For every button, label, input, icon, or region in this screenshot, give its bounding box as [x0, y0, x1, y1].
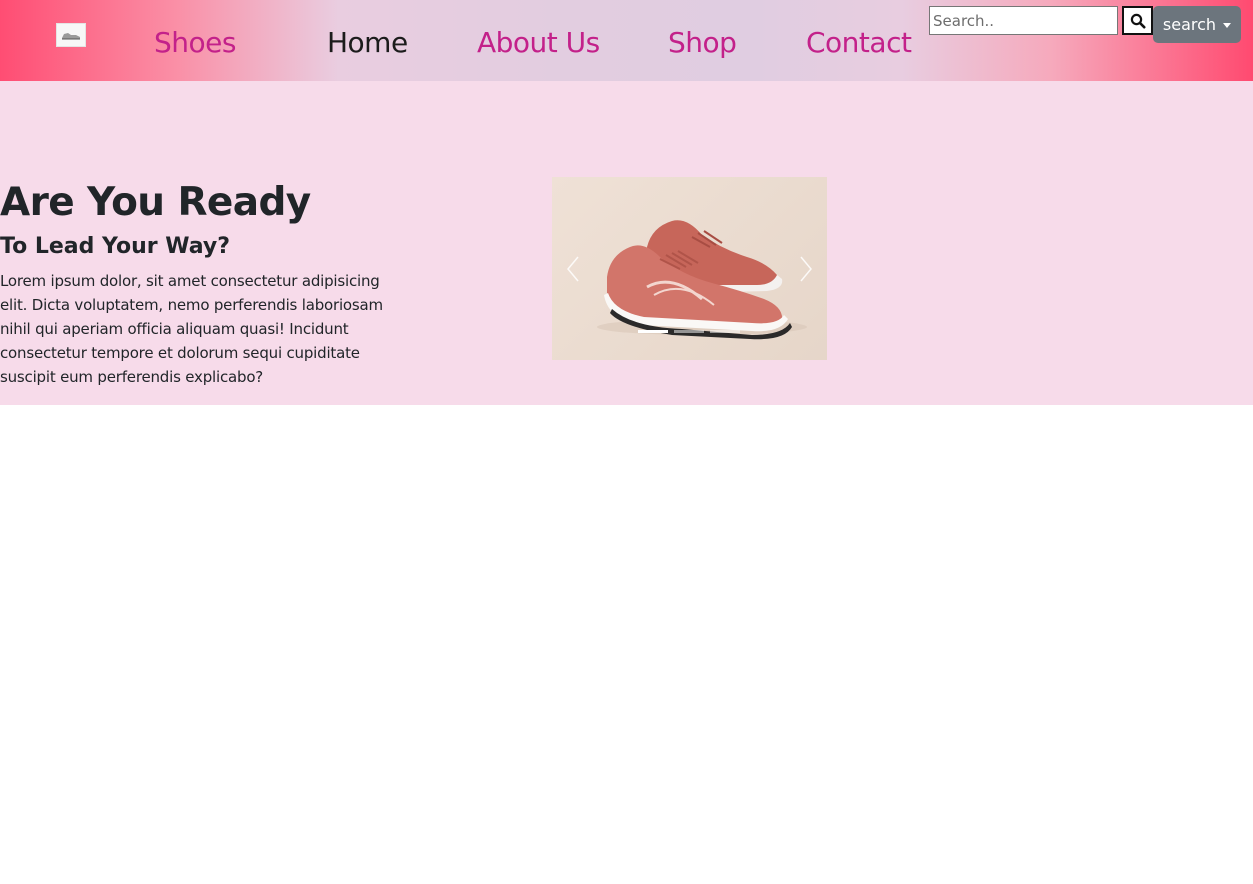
search-dropdown-button[interactable]: search [1153, 6, 1241, 43]
chevron-right-icon [800, 256, 812, 282]
carousel-indicator-2[interactable] [674, 330, 704, 333]
carousel-next-button[interactable] [793, 253, 819, 285]
carousel-indicator-3[interactable] [710, 330, 740, 333]
shoe-logo-icon [62, 33, 80, 40]
nav-link-contact[interactable]: Contact [806, 24, 912, 62]
search-icon [1130, 13, 1145, 28]
hero-title: Are You Ready [0, 180, 311, 225]
hero-subtitle: To Lead Your Way? [0, 234, 231, 259]
product-carousel [552, 177, 827, 360]
hero-section: Are You Ready To Lead Your Way? Lorem ip… [0, 81, 1253, 405]
carousel-indicators [638, 330, 740, 333]
chevron-left-icon [567, 256, 579, 282]
nav-link-shop[interactable]: Shop [668, 24, 737, 62]
brand-logo[interactable] [56, 23, 86, 47]
caret-down-icon [1223, 22, 1232, 28]
search-dropdown-label: search [1162, 15, 1217, 34]
search-input[interactable] [929, 6, 1118, 35]
carousel-indicator-1[interactable] [638, 330, 668, 333]
carousel-prev-button[interactable] [560, 253, 586, 285]
search-submit-button[interactable] [1122, 6, 1153, 35]
nav-link-home[interactable]: Home [327, 24, 408, 62]
nav-link-shoes[interactable]: Shoes [154, 24, 236, 62]
hero-text: Lorem ipsum dolor, sit amet consectetur … [0, 272, 383, 386]
navbar: Shoes Home About Us Shop Contact search [0, 0, 1253, 81]
nav-link-about-us[interactable]: About Us [477, 24, 600, 62]
